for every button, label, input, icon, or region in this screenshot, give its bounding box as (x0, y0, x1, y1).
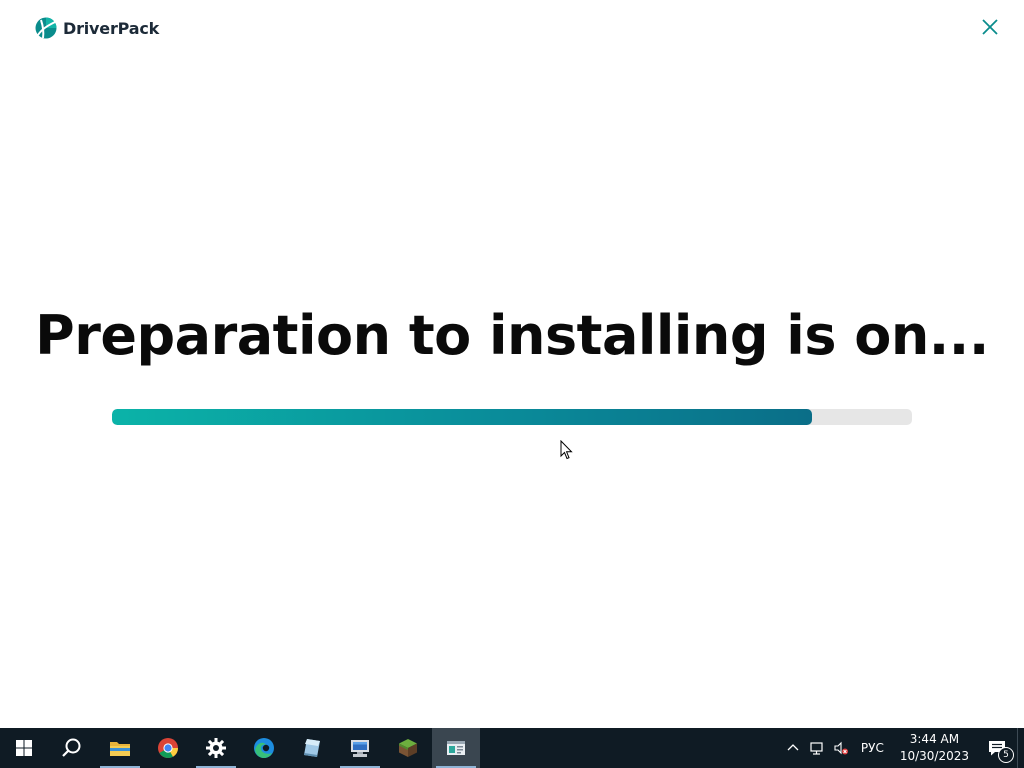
taskbar-chrome[interactable] (144, 728, 192, 768)
taskbar-computer-app[interactable] (336, 728, 384, 768)
clock-time: 3:44 AM (909, 732, 960, 746)
taskbar-minecraft[interactable] (384, 728, 432, 768)
taskbar-edge[interactable] (240, 728, 288, 768)
app-name: DriverPack (63, 18, 160, 38)
taskbar-glass-app[interactable] (288, 728, 336, 768)
show-hidden-icons-button[interactable] (781, 728, 805, 768)
mouse-cursor-icon (560, 440, 573, 460)
window-app-icon (447, 741, 465, 755)
status-headline: Preparation to installing is on... (35, 304, 989, 367)
search-icon (62, 738, 81, 757)
glass-app-icon (304, 739, 320, 757)
network-icon (810, 742, 823, 755)
windows-taskbar: РУС 3:44 AM 10/30/2023 5 (0, 728, 1024, 768)
notification-count-badge: 5 (998, 747, 1014, 763)
start-button[interactable] (0, 728, 48, 768)
network-tray-button[interactable] (805, 728, 829, 768)
grass-block-icon (399, 739, 417, 757)
taskbar-file-explorer[interactable] (96, 728, 144, 768)
show-desktop-button[interactable] (1017, 728, 1024, 768)
progress-fill (112, 409, 812, 425)
volume-tray-button[interactable] (829, 728, 853, 768)
chevron-up-icon (787, 744, 799, 751)
clock[interactable]: 3:44 AM 10/30/2023 (892, 728, 977, 768)
taskbar-settings[interactable] (192, 728, 240, 768)
gear-icon (206, 738, 226, 758)
computer-app-icon (351, 740, 369, 757)
chrome-icon (158, 738, 179, 759)
edge-icon (254, 738, 274, 758)
driverpack-logo: DriverPack (35, 17, 159, 39)
folder-icon (110, 742, 130, 756)
driverpack-window: DriverPack Preparation to installing is … (0, 0, 1024, 728)
windows-logo-icon (16, 740, 32, 756)
action-center-button[interactable]: 5 (977, 728, 1017, 768)
taskbar-driverpack[interactable] (432, 728, 480, 768)
close-icon (982, 19, 998, 35)
progress-bar (112, 409, 912, 425)
driverpack-logo-icon (35, 17, 57, 39)
close-button[interactable] (978, 15, 1002, 39)
volume-muted-icon (834, 741, 848, 755)
search-button[interactable] (48, 728, 96, 768)
input-language[interactable]: РУС (853, 741, 892, 755)
system-tray: РУС 3:44 AM 10/30/2023 5 (781, 728, 1024, 768)
clock-date: 10/30/2023 (899, 749, 969, 763)
